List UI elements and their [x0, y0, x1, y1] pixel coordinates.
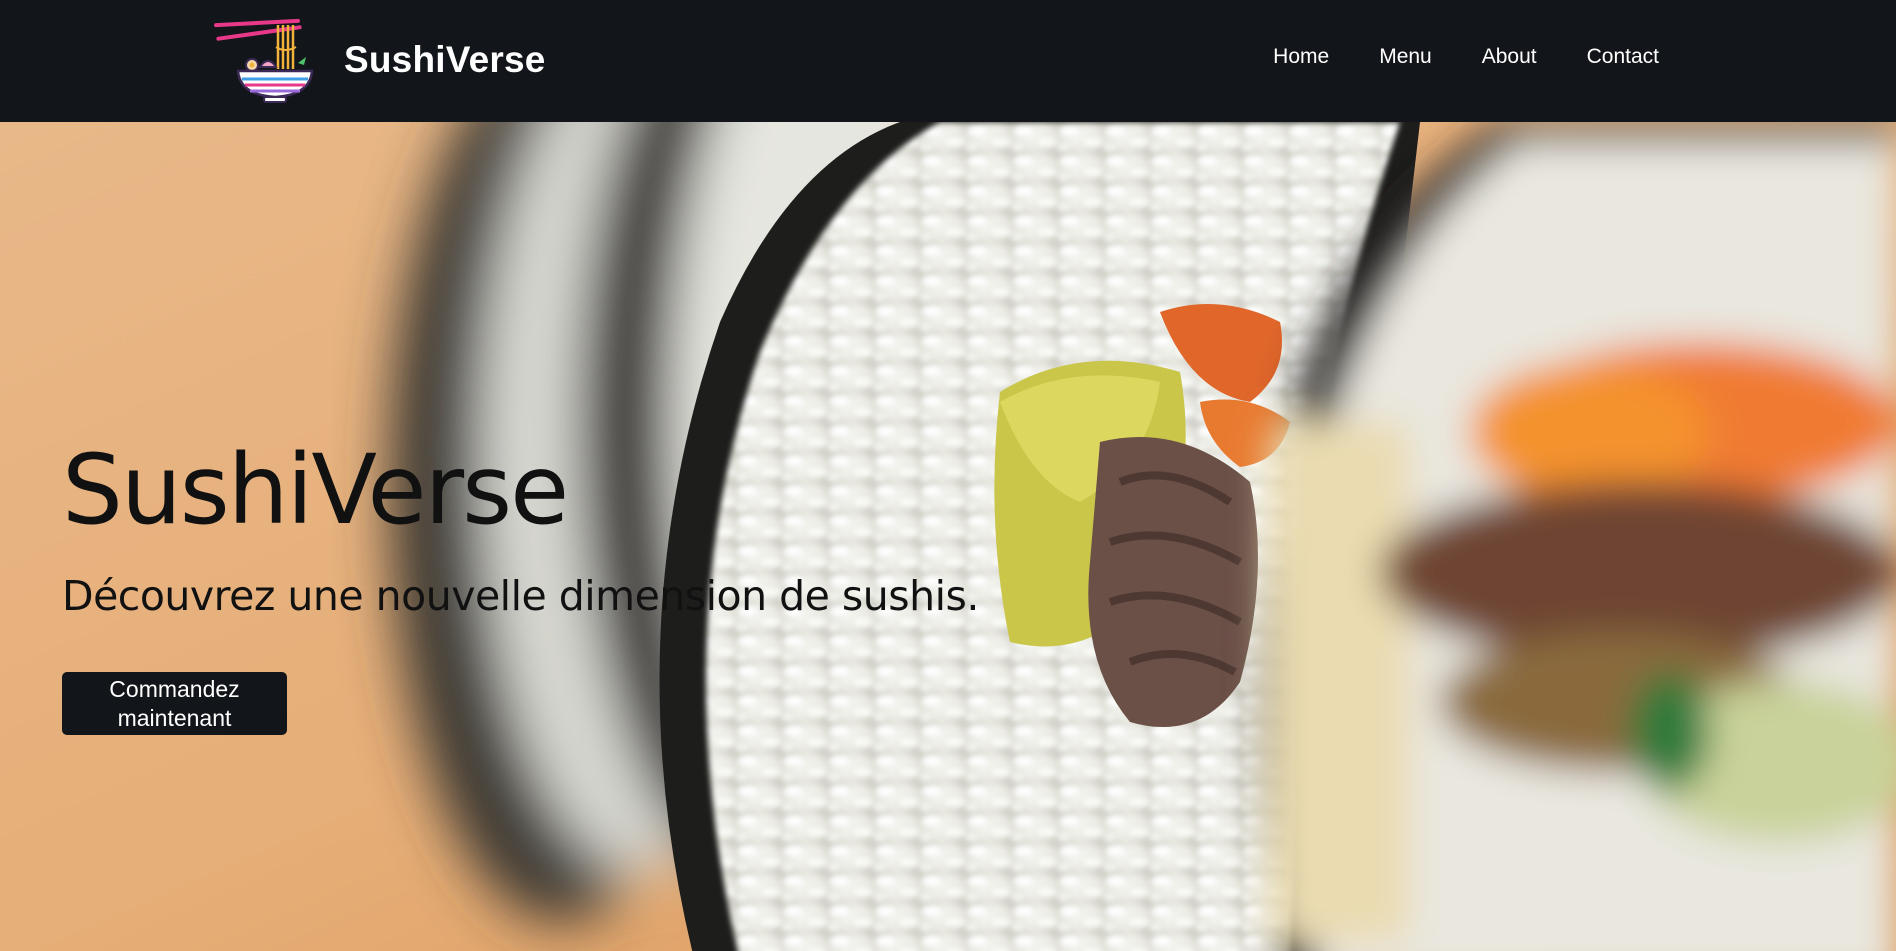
order-now-button[interactable]: Commandez maintenant	[62, 672, 287, 735]
main-nav: Home Menu About Contact	[1273, 45, 1659, 69]
brand-name: SushiVerse	[344, 39, 546, 80]
ramen-bowl-logo-icon	[214, 18, 314, 103]
nav-contact-link[interactable]: Contact	[1587, 45, 1659, 69]
nav-about-link[interactable]: About	[1482, 45, 1537, 69]
hero-subtitle: Découvrez une nouvelle dimension de sush…	[62, 572, 979, 620]
hero-title: SushiVerse	[62, 434, 569, 546]
nav-menu-link[interactable]: Menu	[1379, 45, 1432, 69]
site-header: SushiVerse Home Menu About Contact	[0, 0, 1896, 122]
hero-content: SushiVerse Découvrez une nouvelle dimens…	[62, 442, 979, 735]
brand[interactable]: SushiVerse	[212, 17, 546, 103]
nav-home-link[interactable]: Home	[1273, 45, 1329, 69]
hero-section: SushiVerse Découvrez une nouvelle dimens…	[0, 122, 1896, 951]
